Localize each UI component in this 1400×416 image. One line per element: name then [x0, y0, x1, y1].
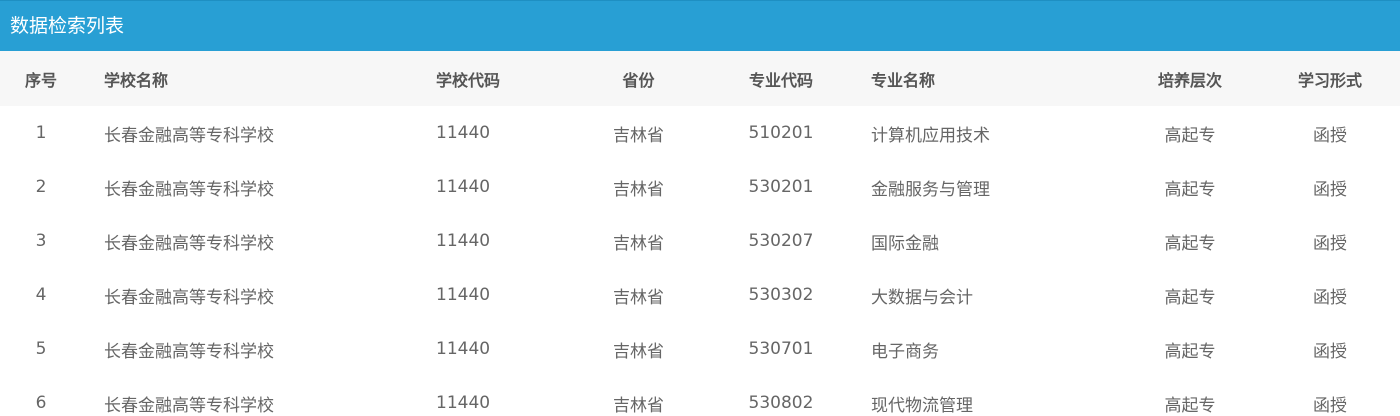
cell-school-code: 11440	[436, 177, 491, 197]
cell-major: 现代物流管理	[871, 395, 973, 416]
column-header-major-code: 专业代码	[748, 70, 813, 90]
data-search-panel: 数据检索列表 序号 学校名称 学校代码 省份 专业代码 专业名称 培养层次 学习…	[0, 0, 1400, 416]
cell-province: 吉林省	[613, 395, 664, 416]
cell-major: 金融服务与管理	[871, 179, 990, 200]
column-header-form: 学习形式	[1297, 70, 1362, 90]
cell-index: 3	[35, 231, 47, 251]
table-header-row: 序号 学校名称 学校代码 省份 专业代码 专业名称 培养层次 学习形式	[0, 51, 1400, 106]
cell-province: 吉林省	[613, 287, 664, 308]
column-header-index: 序号	[24, 70, 57, 90]
table-row: 4 长春金融高等专科学校 11440 吉林省 530302 大数据与会计 高起专…	[0, 268, 1400, 322]
cell-school: 长春金融高等专科学校	[104, 341, 274, 362]
column-header-school-code: 学校代码	[436, 70, 501, 90]
cell-major-code: 530302	[748, 285, 814, 305]
table-row: 6 长春金融高等专科学校 11440 吉林省 530802 现代物流管理 高起专…	[0, 376, 1400, 416]
cell-province: 吉林省	[613, 179, 664, 200]
cell-province: 吉林省	[613, 341, 664, 362]
cell-school-code: 11440	[436, 123, 491, 143]
cell-level: 高起专	[1164, 179, 1216, 200]
cell-form: 函授	[1313, 287, 1347, 308]
cell-school: 长春金融高等专科学校	[104, 287, 274, 308]
panel-title: 数据检索列表	[0, 0, 1400, 51]
cell-school: 长春金融高等专科学校	[104, 125, 274, 146]
cell-index: 4	[35, 285, 47, 305]
cell-level: 高起专	[1164, 287, 1216, 308]
cell-form: 函授	[1313, 395, 1347, 416]
column-header-major: 专业名称	[871, 70, 936, 90]
cell-major-code: 530201	[748, 177, 814, 197]
cell-province: 吉林省	[613, 125, 664, 146]
cell-major: 国际金融	[871, 233, 939, 254]
cell-major-code: 510201	[748, 123, 814, 143]
cell-major-code: 530701	[748, 339, 814, 359]
table-body: 1 长春金融高等专科学校 11440 吉林省 510201 计算机应用技术 高起…	[0, 106, 1400, 416]
cell-level: 高起专	[1164, 395, 1216, 416]
cell-major: 电子商务	[871, 341, 939, 362]
cell-school: 长春金融高等专科学校	[104, 233, 274, 254]
cell-school-code: 11440	[436, 393, 491, 413]
table-row: 1 长春金融高等专科学校 11440 吉林省 510201 计算机应用技术 高起…	[0, 106, 1400, 160]
column-header-level: 培养层次	[1157, 70, 1222, 90]
cell-index: 5	[35, 339, 47, 359]
table-row: 2 长春金融高等专科学校 11440 吉林省 530201 金融服务与管理 高起…	[0, 160, 1400, 214]
table-row: 3 长春金融高等专科学校 11440 吉林省 530207 国际金融 高起专 函…	[0, 214, 1400, 268]
cell-index: 2	[35, 177, 47, 197]
cell-level: 高起专	[1164, 341, 1216, 362]
table-head: 序号 学校名称 学校代码 省份 专业代码 专业名称 培养层次 学习形式	[0, 51, 1400, 106]
results-table: 序号 学校名称 学校代码 省份 专业代码 专业名称 培养层次 学习形式 1 长春…	[0, 51, 1400, 416]
cell-form: 函授	[1313, 179, 1347, 200]
cell-major: 计算机应用技术	[871, 125, 990, 146]
cell-level: 高起专	[1164, 125, 1216, 146]
cell-province: 吉林省	[613, 233, 664, 254]
cell-level: 高起专	[1164, 233, 1216, 254]
cell-school-code: 11440	[436, 339, 491, 359]
cell-major-code: 530802	[748, 393, 814, 413]
column-header-school: 学校名称	[104, 70, 169, 90]
table-row: 5 长春金融高等专科学校 11440 吉林省 530701 电子商务 高起专 函…	[0, 322, 1400, 376]
cell-school-code: 11440	[436, 231, 491, 251]
cell-form: 函授	[1313, 341, 1347, 362]
cell-index: 1	[35, 123, 47, 143]
cell-school: 长春金融高等专科学校	[104, 179, 274, 200]
cell-form: 函授	[1313, 125, 1347, 146]
column-header-province: 省份	[622, 70, 655, 90]
cell-major-code: 530207	[748, 231, 814, 251]
cell-school-code: 11440	[436, 285, 491, 305]
cell-school: 长春金融高等专科学校	[104, 395, 274, 416]
cell-major: 大数据与会计	[871, 287, 973, 308]
cell-index: 6	[35, 393, 47, 413]
cell-form: 函授	[1313, 233, 1347, 254]
